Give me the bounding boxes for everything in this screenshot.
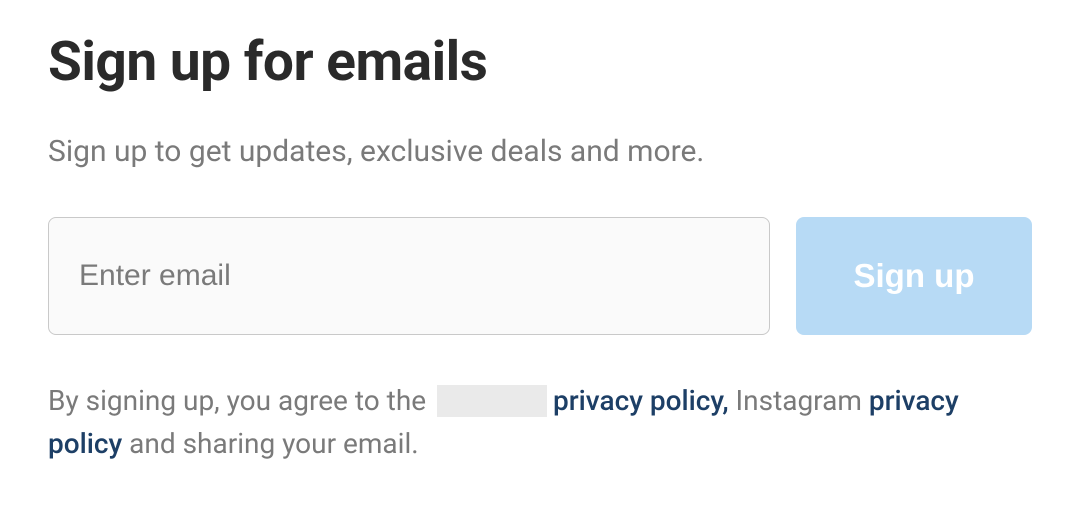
legal-suffix: and sharing your email. <box>122 427 418 460</box>
legal-text: By signing up, you agree to the privacy … <box>48 379 1032 466</box>
email-input[interactable] <box>48 217 770 335</box>
legal-prefix: By signing up, you agree to the <box>48 384 433 417</box>
signup-subheading: Sign up to get updates, exclusive deals … <box>48 134 1032 169</box>
privacy-policy-link-1[interactable]: privacy policy, <box>553 384 729 417</box>
legal-mid: Instagram <box>729 384 869 417</box>
signup-heading: Sign up for emails <box>48 30 1032 94</box>
signup-button[interactable]: Sign up <box>796 217 1032 335</box>
signup-form: Sign up <box>48 217 1032 335</box>
redacted-brand <box>437 385 547 417</box>
